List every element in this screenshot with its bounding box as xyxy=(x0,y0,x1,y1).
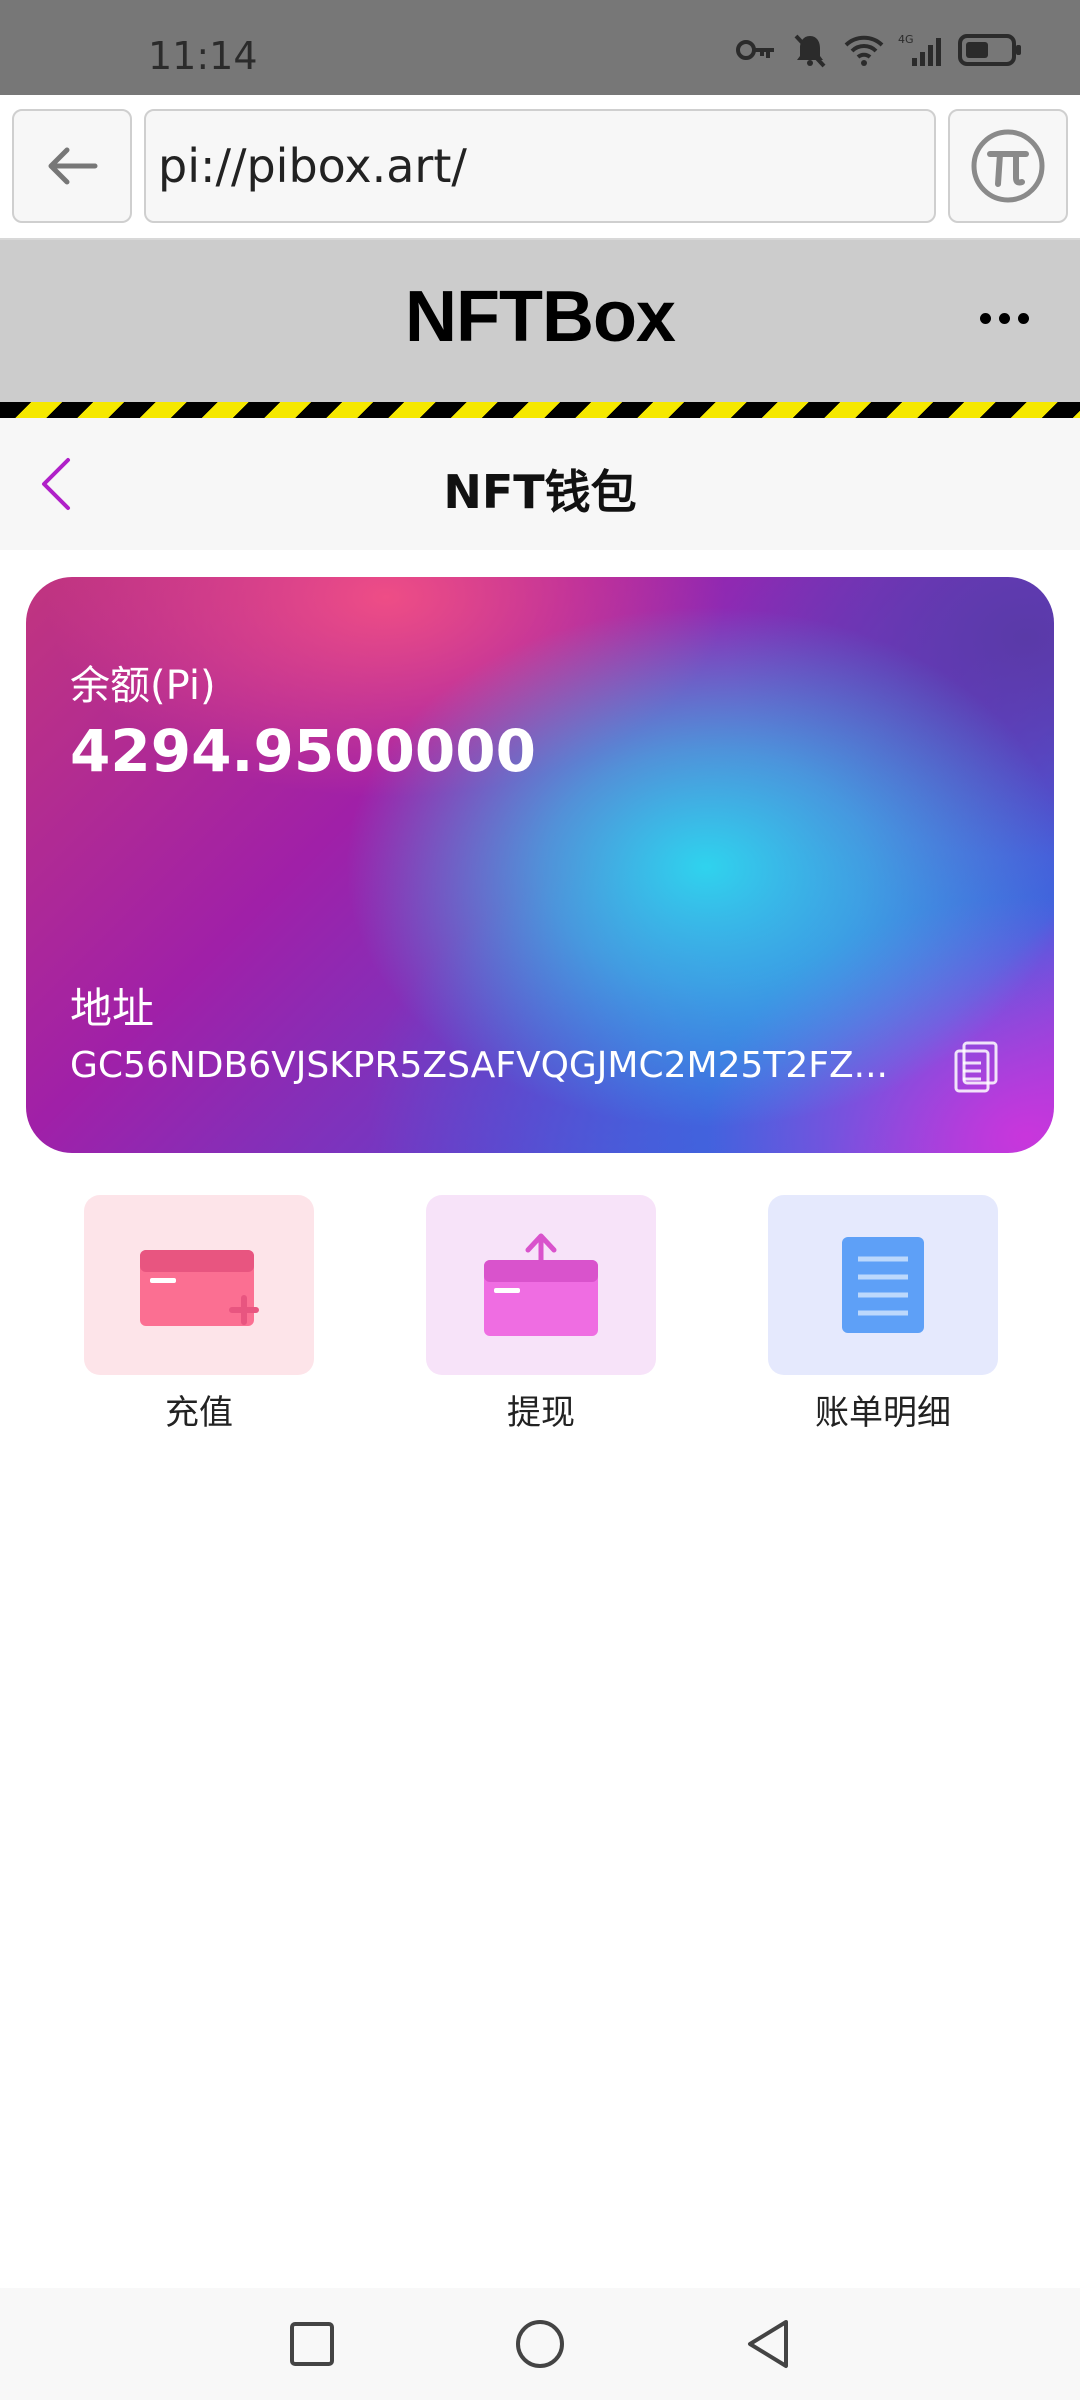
balance-value: 4294.9500000 xyxy=(70,717,536,785)
bill-details-tile[interactable] xyxy=(768,1195,998,1375)
battery-icon xyxy=(958,30,1022,70)
recent-apps-icon xyxy=(290,2322,334,2366)
wifi-icon xyxy=(844,30,884,70)
withdraw-button[interactable]: 提现 xyxy=(426,1195,656,1435)
signal-4g-icon: 4G xyxy=(898,30,944,70)
home-icon xyxy=(516,2320,564,2368)
pi-logo-icon xyxy=(971,129,1045,203)
recent-apps-button[interactable] xyxy=(280,2312,344,2376)
balance-label: 余额(Pi) xyxy=(70,663,216,709)
status-icons: 4G xyxy=(736,30,1022,70)
recharge-tile[interactable] xyxy=(84,1195,314,1375)
home-button[interactable] xyxy=(508,2312,572,2376)
bell-muted-icon xyxy=(790,30,830,70)
more-horizontal-icon xyxy=(979,312,991,324)
card-withdraw-icon xyxy=(484,1233,598,1336)
back-button[interactable] xyxy=(736,2312,800,2376)
pi-browser-button[interactable] xyxy=(948,109,1068,223)
bill-details-button[interactable]: 账单明细 xyxy=(768,1195,998,1435)
arrow-left-icon xyxy=(48,147,98,185)
recharge-label: 充值 xyxy=(165,1393,233,1433)
browser-bar: pi://pibox.art/ xyxy=(0,95,1080,240)
back-icon xyxy=(748,2320,788,2368)
recharge-button[interactable]: 充值 xyxy=(84,1195,314,1435)
network-label: 4G xyxy=(898,33,914,46)
hazard-stripe-divider xyxy=(0,402,1080,418)
address-label: 地址 xyxy=(70,984,155,1033)
wallet-card: 余额(Pi) 4294.9500000 地址 GC56NDB6VJSKPR5ZS… xyxy=(26,577,1054,1153)
key-icon xyxy=(736,30,776,70)
card-add-icon xyxy=(140,1250,259,1326)
status-bar: 11:14 4G xyxy=(0,0,1080,95)
more-menu-button[interactable] xyxy=(968,298,1040,338)
wallet-actions: 充值 提现 账单明细 xyxy=(0,1195,1080,1435)
document-list-icon xyxy=(842,1237,924,1333)
browser-back-button[interactable] xyxy=(12,109,132,223)
status-time: 11:14 xyxy=(148,34,258,78)
withdraw-label: 提现 xyxy=(507,1393,575,1433)
address-value: GC56NDB6VJSKPR5ZSAFVQGJMC2M25T2FZ... xyxy=(70,1045,888,1086)
bill-details-label: 账单明细 xyxy=(815,1393,951,1433)
copy-icon xyxy=(954,1041,998,1093)
app-title: NFTBox xyxy=(405,277,676,357)
system-nav-bar xyxy=(0,2288,1080,2400)
page-nav-bar: NFT钱包 xyxy=(0,418,1080,550)
withdraw-tile[interactable] xyxy=(426,1195,656,1375)
copy-address-button[interactable] xyxy=(950,1039,1006,1095)
url-field[interactable]: pi://pibox.art/ xyxy=(144,109,936,223)
page-title: NFT钱包 xyxy=(443,465,637,519)
app-header: NFTBox xyxy=(0,240,1080,402)
